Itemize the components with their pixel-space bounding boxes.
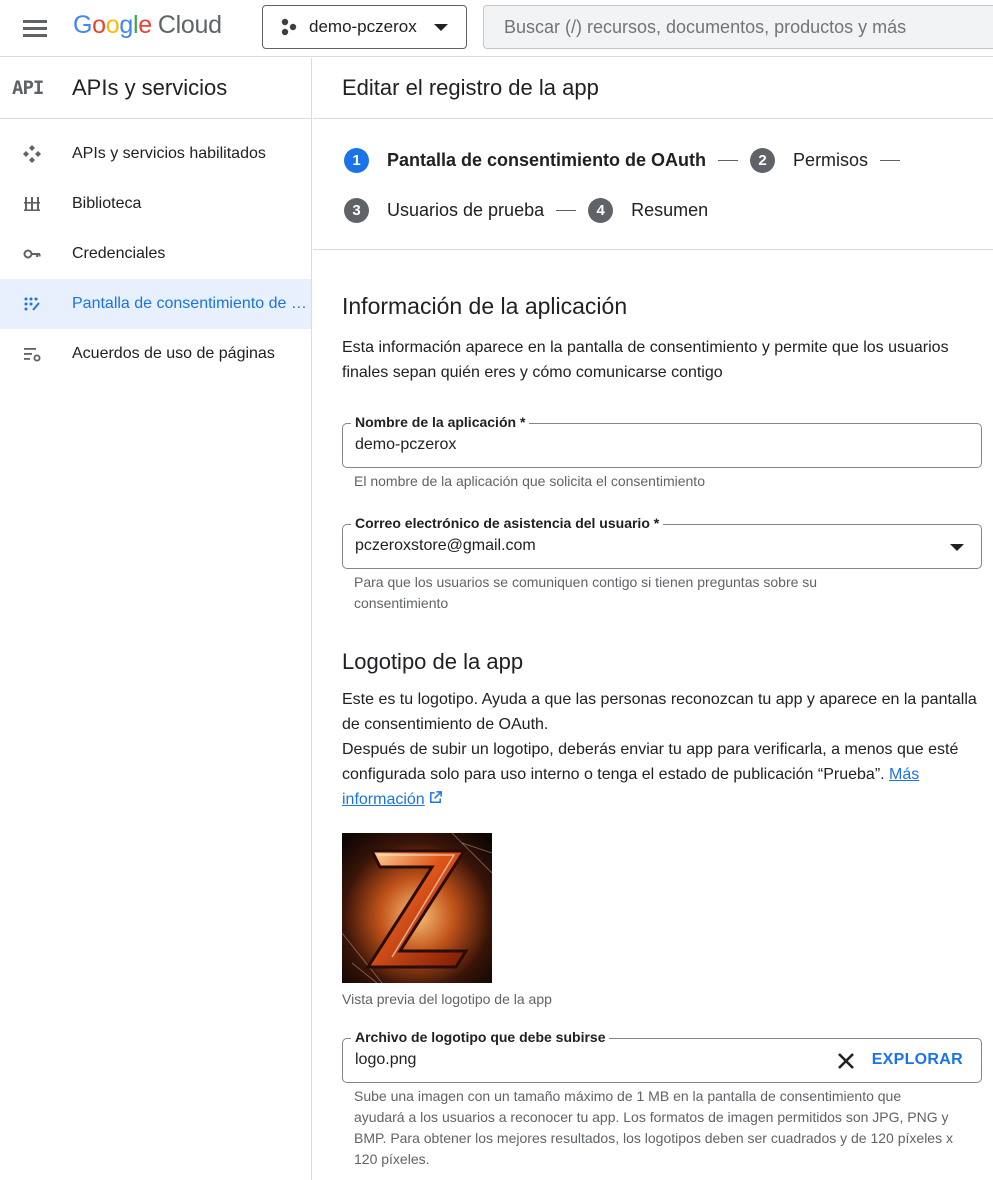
app-logo-preview-image: [342, 833, 492, 983]
external-link-icon: [429, 791, 442, 803]
page-title: Editar el registro de la app: [342, 75, 599, 100]
sidebar-item-library[interactable]: Biblioteca: [0, 179, 311, 229]
step-number: 1: [344, 148, 369, 173]
stepper: 1 Pantalla de consentimiento de OAuth 2 …: [313, 119, 993, 250]
step-label: Resumen: [631, 200, 709, 220]
logo-description-2: Después de subir un logotipo, deberás en…: [342, 737, 987, 812]
sidebar-item-page-usage[interactable]: Acuerdos de uso de páginas: [0, 329, 311, 379]
sidebar-header: API APIs y servicios: [0, 58, 311, 119]
step-number: 4: [588, 198, 614, 223]
step-permissions[interactable]: 2 Permisos: [750, 148, 868, 173]
step-number: 3: [344, 198, 369, 223]
api-logo-icon: API: [12, 77, 44, 99]
chevron-down-icon[interactable]: [950, 544, 964, 551]
logo-description-2-text: Después de subir un logotipo, deberás en…: [342, 741, 959, 783]
support-email-label: Correo electrónico de asistencia del usu…: [351, 515, 664, 531]
support-email-hint: Para que los usuarios se comuniquen cont…: [354, 574, 818, 611]
logo-heading: Logotipo de la app: [342, 649, 524, 674]
sidebar-item-enabled-apis[interactable]: APIs y servicios habilitados: [0, 129, 311, 179]
sidebar: API APIs y servicios APIs y servicios ha…: [0, 58, 312, 1180]
logo-file-field[interactable]: Archivo de logotipo que debe subirse log…: [342, 1029, 982, 1083]
step-test-users[interactable]: 3 Usuarios de prueba: [344, 198, 544, 223]
library-icon: [22, 194, 42, 214]
step-number: 2: [750, 148, 776, 173]
chevron-down-icon: [434, 24, 448, 31]
key-icon: [22, 244, 42, 264]
page-usage-settings-icon: [22, 344, 42, 364]
logo-file-hint: Sube una imagen con un tamaño máximo de …: [354, 1088, 953, 1167]
support-email-select[interactable]: Correo electrónico de asistencia del usu…: [342, 515, 982, 569]
sidebar-item-label: Pantalla de consentimiento de OAuth: [72, 295, 308, 312]
app-name-input[interactable]: demo-pczerox: [355, 436, 456, 454]
stepper-row: 3 Usuarios de prueba 4 Resumen: [344, 198, 708, 223]
app-name-hint: El nombre de la aplicación que solicita …: [354, 473, 705, 489]
page-title-bar: Editar el registro de la app: [313, 58, 993, 119]
google-cloud-logo[interactable]: Google Cloud: [73, 11, 222, 40]
logo-preview-caption: Vista previa del logotipo de la app: [342, 991, 552, 1007]
project-name: demo-pczerox: [309, 17, 417, 36]
top-app-bar: Google Cloud demo-pczerox: [0, 0, 993, 57]
consent-screen-icon: [22, 294, 42, 314]
project-picker-button[interactable]: demo-pczerox: [262, 5, 467, 49]
sidebar-item-oauth-consent[interactable]: Pantalla de consentimiento de OAuth: [0, 279, 311, 329]
step-connector: [718, 160, 739, 161]
search-bar[interactable]: [483, 5, 993, 49]
main-content: Editar el registro de la app 1 Pantalla …: [313, 58, 993, 1180]
app-info-description: Esta información aparece en la pantalla …: [342, 339, 949, 381]
main-menu-icon[interactable]: [18, 14, 50, 42]
sidebar-item-label: APIs y servicios habilitados: [72, 145, 266, 162]
step-label: Permisos: [793, 150, 869, 170]
step-summary[interactable]: 4 Resumen: [588, 198, 708, 223]
sidebar-item-credentials[interactable]: Credenciales: [0, 229, 311, 279]
step-connector: [556, 210, 577, 211]
logo-file-label: Archivo de logotipo que debe subirse: [351, 1029, 610, 1045]
sidebar-title: APIs y servicios: [72, 75, 228, 100]
app-name-label: Nombre de la aplicación *: [351, 414, 530, 430]
sidebar-item-label: Credenciales: [72, 245, 166, 262]
sidebar-item-label: Acuerdos de uso de páginas: [72, 345, 275, 362]
step-oauth-consent[interactable]: 1 Pantalla de consentimiento de OAuth: [344, 148, 706, 173]
sidebar-nav: APIs y servicios habilitados Biblioteca …: [0, 119, 311, 379]
sidebar-item-label: Biblioteca: [72, 195, 142, 212]
step-connector: [880, 160, 901, 161]
app-name-field[interactable]: Nombre de la aplicación * demo-pczerox: [342, 414, 982, 468]
stepper-row: 1 Pantalla de consentimiento de OAuth 2 …: [344, 148, 912, 173]
app-info-heading: Información de la aplicación: [342, 293, 628, 319]
search-input[interactable]: [504, 16, 984, 38]
project-icon: [281, 18, 297, 36]
logo-file-value: logo.png: [355, 1051, 417, 1068]
step-label: Pantalla de consentimiento de OAuth: [387, 150, 707, 170]
step-label: Usuarios de prueba: [387, 200, 545, 220]
close-icon[interactable]: [835, 1050, 857, 1072]
logo-description-1: Este es tu logotipo. Ayuda a que las per…: [342, 691, 977, 733]
browse-button[interactable]: EXPLORAR: [872, 1051, 963, 1069]
apis-services-icon: [22, 144, 42, 164]
support-email-value: pczeroxstore@gmail.com: [355, 537, 536, 554]
